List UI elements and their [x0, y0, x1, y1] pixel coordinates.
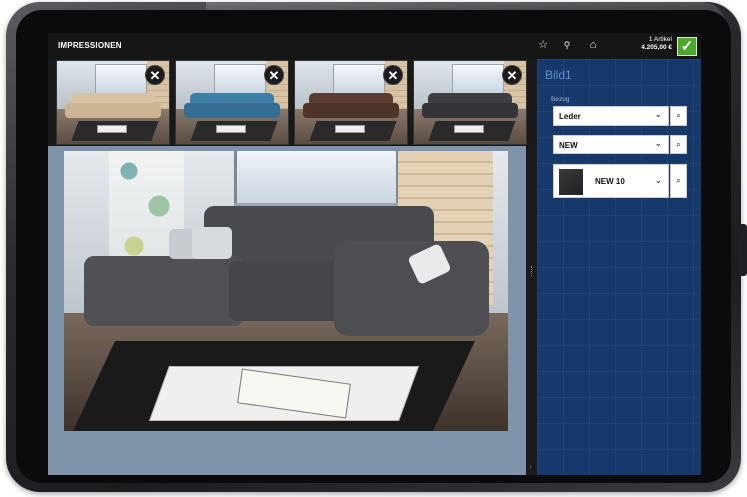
filter-icon[interactable]: ⚲ [560, 38, 574, 52]
chevron-down-icon: ⌄ [654, 109, 662, 119]
chevron-right-icon: › [529, 461, 532, 471]
material-value: Leder [559, 112, 581, 121]
remove-thumbnail-button[interactable]: ✕ [264, 65, 284, 85]
material-search-button[interactable]: ⌕ [670, 106, 687, 126]
close-icon: ✕ [506, 68, 518, 83]
configuration-panel: Bild1 Bezug Leder ⌄ ⌕ NEW ⌄ ⌕ NEW 10 ⌄ ⌕ [537, 59, 701, 475]
color-select[interactable]: NEW 10 ⌄ [553, 164, 669, 198]
tablet-side-button [739, 224, 747, 276]
collection-select[interactable]: NEW ⌄ [553, 135, 669, 154]
basket-icon[interactable]: ⌂ [586, 38, 600, 52]
close-icon: ✕ [268, 68, 280, 83]
color-value: NEW 10 [595, 177, 625, 186]
thumbnail-strip: ✕ ✕ ✕ ✕ [56, 60, 536, 145]
color-search-button[interactable]: ⌕ [670, 164, 687, 198]
app-title: IMPRESSIONEN [58, 41, 122, 50]
close-icon: ✕ [387, 68, 399, 83]
cart-summary[interactable]: 1 Artikel 4.205,00 € [614, 36, 672, 52]
chevron-down-icon: ⌄ [654, 175, 662, 185]
top-bar: IMPRESSIONEN ☆ ⚲ ⌂ 1 Artikel 4.205,00 € … [48, 33, 701, 59]
confirm-button[interactable]: ✓ [677, 37, 697, 56]
fabric-swatch [559, 169, 583, 195]
panel-resize-handle[interactable]: › [528, 146, 536, 475]
close-icon: ✕ [149, 68, 161, 83]
thumbnail-bild1[interactable]: ✕ [56, 60, 170, 145]
room-preview-image[interactable] [64, 151, 508, 431]
search-icon: ⌕ [676, 176, 681, 185]
checkmark-icon: ✓ [680, 38, 694, 55]
search-icon: ⌕ [676, 111, 681, 120]
thumbnail-bild4[interactable]: ✕ [413, 60, 527, 145]
search-icon: ⌕ [676, 140, 681, 149]
thumbnail-bild2[interactable]: ✕ [175, 60, 289, 145]
remove-thumbnail-button[interactable]: ✕ [383, 65, 403, 85]
collection-search-button[interactable]: ⌕ [670, 135, 687, 154]
chevron-down-icon: ⌄ [654, 138, 662, 148]
collection-value: NEW [559, 141, 578, 150]
star-icon[interactable]: ☆ [536, 38, 550, 52]
panel-title: Bild1 [545, 68, 572, 82]
material-select[interactable]: Leder ⌄ [553, 106, 669, 126]
cart-count: 1 Artikel [648, 36, 672, 43]
drag-grip-icon [531, 266, 533, 276]
thumbnail-bild3[interactable]: ✕ [294, 60, 408, 145]
app-screen: IMPRESSIONEN ☆ ⚲ ⌂ 1 Artikel 4.205,00 € … [48, 33, 701, 475]
preview-stage [48, 146, 526, 475]
remove-thumbnail-button[interactable]: ✕ [145, 65, 165, 85]
remove-thumbnail-button[interactable]: ✕ [502, 65, 522, 85]
bezug-label: Bezug [551, 96, 570, 103]
cart-total: 4.205,00 € [641, 44, 672, 51]
